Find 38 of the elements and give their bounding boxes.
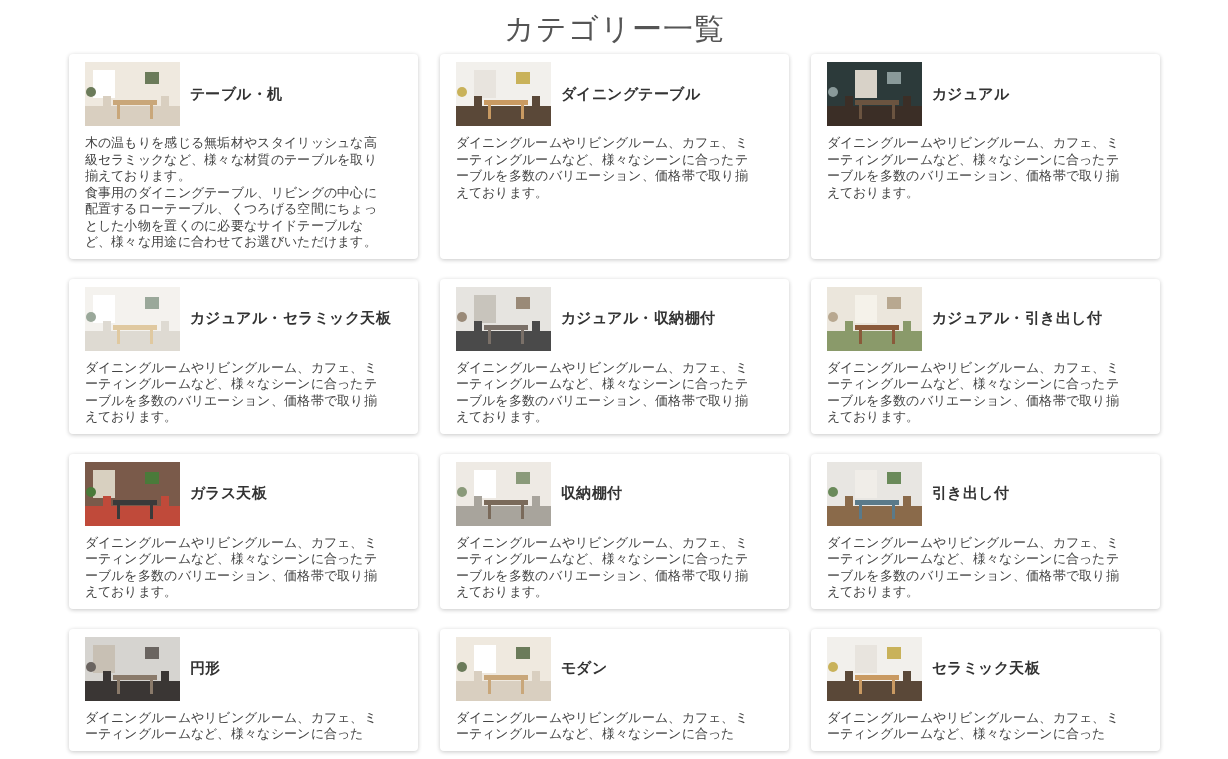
category-name[interactable]: カジュアル <box>931 84 1009 104</box>
category-name[interactable]: ダイニングテーブル <box>560 84 700 104</box>
category-card[interactable]: カジュアル・セラミック天板 ダイニングルームやリビングルーム、カフェ、ミーティングルームなど、様々なシーンに合ったテーブルを多数のバリエーション、価格帯で取り揃えております。 <box>68 278 418 434</box>
category-description: ダイニングルームやリビングルーム、カフェ、ミーティングルームなど、様々なシーンに合ったテーブルを多数のバリエーション、価格帯で取り揃えております。 <box>826 359 1121 426</box>
category-description: ダイニングルームやリビングルーム、カフェ、ミーティングルームなど、様々なシーンに合った <box>826 709 1121 743</box>
category-description: ダイニングルームやリビングルーム、カフェ、ミーティングルームなど、様々なシーンに合ったテーブルを多数のバリエーション、価格帯で取り揃えております。 <box>84 359 379 426</box>
category-name[interactable]: 引き出し付 <box>931 484 1009 503</box>
category-card[interactable]: モダン ダイニングルームやリビングルーム、カフェ、ミーティングルームなど、様々なシーンに合った <box>439 628 789 751</box>
category-description: ダイニングルームやリビングルーム、カフェ、ミーティングルームなど、様々なシーンに合ったテーブルを多数のバリエーション、価格帯で取り揃えております。 <box>84 534 379 601</box>
category-description: ダイニングルームやリビングルーム、カフェ、ミーティングルームなど、様々なシーンに合った <box>455 709 750 743</box>
category-description: ダイニングルームやリビングルーム、カフェ、ミーティングルームなど、様々なシーンに合った <box>84 709 379 743</box>
category-name[interactable]: 円形 <box>189 659 221 678</box>
category-card[interactable]: ダイニングテーブル ダイニングルームやリビングルーム、カフェ、ミーティングルームなど、様々なシーンに合ったテーブルを多数のバリエーション、価格帯で取り揃えております。 <box>439 54 789 259</box>
category-card[interactable]: 円形 ダイニングルームやリビングルーム、カフェ、ミーティングルームなど、様々なシーンに合った <box>68 628 418 751</box>
category-description: ダイニングルームやリビングルーム、カフェ、ミーティングルームなど、様々なシーンに合ったテーブルを多数のバリエーション、価格帯で取り揃えております。 <box>826 135 1121 201</box>
category-name[interactable]: ガラス天板 <box>189 484 267 503</box>
category-name[interactable]: 収納棚付 <box>560 484 623 503</box>
category-description: 食事用のダイニングテーブル、リビングの中心に配置するローテーブル、くつろげる空間にちょっとした小物を置くのに必要なサイドテーブルなど、様々な用途に合わせてお選びいただけます。 <box>84 184 379 251</box>
category-card[interactable]: セラミック天板 ダイニングルームやリビングルーム、カフェ、ミーティングルームなど、様々なシーンに合った <box>810 628 1160 751</box>
category-description: ダイニングルームやリビングルーム、カフェ、ミーティングルームなど、様々なシーンに合ったテーブルを多数のバリエーション、価格帯で取り揃えております。 <box>455 534 750 601</box>
category-card[interactable]: カジュアル・収納棚付 ダイニングルームやリビングルーム、カフェ、ミーティングルームなど、様々なシーンに合ったテーブルを多数のバリエーション、価格帯で取り揃えております。 <box>439 278 789 434</box>
category-name[interactable]: カジュアル・収納棚付 <box>560 309 716 328</box>
category-description: ダイニングルームやリビングルーム、カフェ、ミーティングルームなど、様々なシーンに合ったテーブルを多数のバリエーション、価格帯で取り揃えております。 <box>455 359 750 426</box>
category-name[interactable]: セラミック天板 <box>931 659 1040 678</box>
category-name[interactable]: カジュアル・セラミック天板 <box>189 309 391 328</box>
category-description: ダイニングルームやリビングルーム、カフェ、ミーティングルームなど、様々なシーンに合ったテーブルを多数のバリエーション、価格帯で取り揃えております。 <box>826 534 1121 601</box>
category-name[interactable]: テーブル・机 <box>189 84 283 104</box>
category-card[interactable]: 収納棚付 ダイニングルームやリビングルーム、カフェ、ミーティングルームなど、様々なシーンに合ったテーブルを多数のバリエーション、価格帯で取り揃えております。 <box>439 453 789 609</box>
page-title: カテゴリー一覧 <box>502 10 726 48</box>
category-card[interactable]: テーブル・机 木の温もりを感じる無垢材やスタイリッシュな高級セラミックなど、様々な材質のテーブルを取り揃えております。 食事用のダイニングテーブル、リビングの中心に配置するローテーブル、くつろげる空間にちょっとした小物を置くのに必要なサイドテーブルなど、様々な用途に合わせてお選びいただけます。 <box>68 54 418 259</box>
category-card[interactable]: カジュアル・引き出し付 ダイニングルームやリビングルーム、カフェ、ミーティングルームなど、様々なシーンに合ったテーブルを多数のバリエーション、価格帯で取り揃えております。 <box>810 278 1160 434</box>
category-card[interactable]: ガラス天板 ダイニングルームやリビングルーム、カフェ、ミーティングルームなど、様々なシーンに合ったテーブルを多数のバリエーション、価格帯で取り揃えております。 <box>68 453 418 609</box>
category-name[interactable]: モダン <box>560 659 607 678</box>
category-description: 木の温もりを感じる無垢材やスタイリッシュな高級セラミックなど、様々な材質のテーブルを取り揃えております。 <box>84 135 379 185</box>
category-card[interactable]: 引き出し付 ダイニングルームやリビングルーム、カフェ、ミーティングルームなど、様々なシーンに合ったテーブルを多数のバリエーション、価格帯で取り揃えております。 <box>810 453 1160 609</box>
category-description: ダイニングルームやリビングルーム、カフェ、ミーティングルームなど、様々なシーンに合ったテーブルを多数のバリエーション、価格帯で取り揃えております。 <box>455 135 750 201</box>
category-name[interactable]: カジュアル・引き出し付 <box>931 309 1102 328</box>
category-card[interactable]: カジュアル ダイニングルームやリビングルーム、カフェ、ミーティングルームなど、様々なシーンに合ったテーブルを多数のバリエーション、価格帯で取り揃えております。 <box>810 54 1160 259</box>
